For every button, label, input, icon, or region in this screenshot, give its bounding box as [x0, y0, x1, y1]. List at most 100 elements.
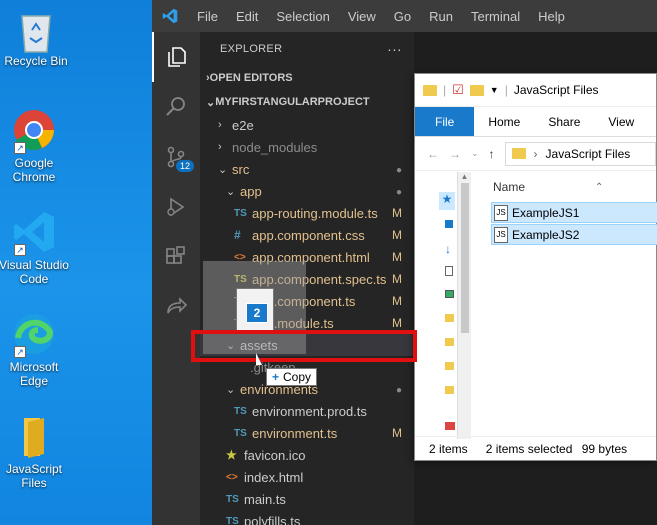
- more-actions-button[interactable]: ···: [387, 41, 402, 57]
- project-section[interactable]: ⌄ MYFIRSTANGULARPROJECT: [200, 90, 414, 114]
- tree-item-src[interactable]: ⌄ src: [200, 158, 414, 180]
- file-row[interactable]: JS ExampleJS1: [491, 202, 657, 223]
- tree-label: index.html: [244, 469, 304, 485]
- tree-item-node-modules[interactable]: › node_modules: [200, 136, 414, 158]
- typescript-file-icon: TS: [234, 427, 247, 439]
- menu-file[interactable]: File: [188, 9, 227, 24]
- tree-item-app-css[interactable]: # app.component.css M: [200, 224, 414, 246]
- properties-icon[interactable]: ☑: [452, 82, 464, 98]
- documents-icon[interactable]: [445, 266, 453, 276]
- files-icon: [168, 47, 186, 67]
- activity-search[interactable]: [152, 82, 200, 132]
- tree-item-env-prod[interactable]: TS environment.prod.ts: [200, 400, 414, 422]
- css-file-icon: #: [234, 228, 241, 242]
- back-arrow-icon[interactable]: ←: [427, 147, 439, 161]
- typescript-file-icon: TS: [226, 493, 239, 505]
- activity-source-control[interactable]: 12: [152, 132, 200, 182]
- activity-bar: 12: [152, 32, 200, 525]
- folder-icon[interactable]: [445, 338, 454, 346]
- edge-icon: ↗: [12, 312, 56, 358]
- activity-run-debug[interactable]: [152, 182, 200, 232]
- activity-remote[interactable]: [152, 282, 200, 332]
- folder-icon: [12, 414, 56, 458]
- menu-run[interactable]: Run: [420, 9, 462, 24]
- activity-explorer[interactable]: [152, 32, 200, 82]
- chevron-down-icon: ⌄: [226, 185, 236, 198]
- desktop-icon-javascript-files[interactable]: JavaScript Files: [0, 414, 70, 490]
- tree-item-main[interactable]: TS main.ts: [200, 488, 414, 510]
- quick-access-dropdown-icon[interactable]: ▼: [490, 85, 499, 95]
- status-selected-text: 2 items selected: [485, 441, 573, 456]
- tree-item-env[interactable]: TS environment.ts M: [200, 422, 414, 444]
- new-folder-icon[interactable]: [469, 84, 484, 96]
- address-bar[interactable]: › JavaScript Files: [504, 141, 656, 166]
- navigation-scrollbar[interactable]: ▲: [457, 172, 471, 439]
- file-name: ExampleJS1: [512, 205, 580, 220]
- open-editors-section[interactable]: › OPEN EDITORS: [200, 66, 414, 90]
- tree-item-polyfills[interactable]: TS polyfills.ts: [200, 510, 414, 525]
- explorer-header: EXPLORER ···: [200, 32, 414, 66]
- menu-go[interactable]: Go: [385, 9, 420, 24]
- column-header-name[interactable]: Name ⌃: [475, 172, 656, 202]
- desktop-icon-recycle-bin[interactable]: Recycle Bin: [0, 6, 72, 68]
- menu-view[interactable]: View: [339, 9, 385, 24]
- tree-item-e2e[interactable]: › e2e: [200, 114, 414, 136]
- quick-access-icon[interactable]: ★: [439, 192, 455, 210]
- activity-extensions[interactable]: [152, 232, 200, 282]
- section-label: MYFIRSTANGULARPROJECT: [215, 96, 370, 108]
- tree-label: e2e: [232, 117, 254, 133]
- tree-item-app-routing[interactable]: TS app-routing.module.ts M: [200, 202, 414, 224]
- scroll-thumb[interactable]: [460, 183, 469, 333]
- tree-label: app.component.css: [252, 227, 365, 243]
- folder-icon[interactable]: [445, 314, 454, 322]
- desktop-icon-vscode[interactable]: ↗ Visual Studio Code: [0, 210, 70, 286]
- pictures-icon[interactable]: [445, 290, 454, 298]
- tab-share[interactable]: Share: [534, 107, 594, 136]
- extensions-icon: [166, 246, 185, 264]
- up-arrow-icon[interactable]: ↑: [489, 147, 495, 161]
- typescript-file-icon: TS: [226, 515, 239, 525]
- menu-help[interactable]: Help: [529, 9, 574, 24]
- address-path: JavaScript Files: [545, 146, 631, 161]
- nav-item-icon[interactable]: [445, 220, 453, 228]
- mouse-pointer-icon: [256, 353, 262, 365]
- tree-item-favicon[interactable]: ★ favicon.ico: [200, 444, 414, 466]
- file-name: ExampleJS2: [512, 227, 580, 242]
- modified-mark: M: [392, 228, 402, 242]
- menu-edit[interactable]: Edit: [227, 9, 267, 24]
- separator: |: [504, 83, 508, 97]
- forward-arrow-icon[interactable]: →: [449, 147, 461, 161]
- recycle-bin-icon: [14, 6, 58, 53]
- column-label: Name: [493, 180, 526, 194]
- folder-icon[interactable]: [445, 386, 454, 394]
- tree-label: environment.ts: [252, 425, 338, 441]
- tree-item-app[interactable]: ⌄ app: [200, 180, 414, 202]
- tab-file[interactable]: File: [415, 107, 475, 136]
- folder-icon[interactable]: [445, 362, 454, 370]
- tab-view[interactable]: View: [594, 107, 648, 136]
- desktop-icon-label: JavaScript Files: [5, 462, 63, 490]
- menu-terminal[interactable]: Terminal: [462, 9, 529, 24]
- file-row[interactable]: JS ExampleJS2: [491, 224, 657, 245]
- downloads-icon[interactable]: ↓: [445, 242, 451, 256]
- tree-item-index[interactable]: <> index.html: [200, 466, 414, 488]
- modified-dot-icon: [396, 382, 402, 396]
- menu-selection[interactable]: Selection: [267, 9, 338, 24]
- shortcut-arrow-icon: ↗: [14, 346, 26, 358]
- chevron-right-icon: ›: [218, 141, 222, 153]
- recent-dropdown-icon[interactable]: ⌄: [471, 148, 479, 159]
- modified-mark: M: [392, 426, 402, 440]
- status-bar: 2 items 2 items selected 99 bytes: [415, 436, 656, 460]
- tab-home[interactable]: Home: [474, 107, 534, 136]
- desktop-icon-chrome[interactable]: ↗ Google Chrome: [0, 108, 70, 184]
- drive-icon[interactable]: [445, 422, 455, 430]
- modified-mark: M: [392, 272, 402, 286]
- scroll-up-icon[interactable]: ▲: [458, 172, 471, 181]
- status-size: 99 bytes: [581, 441, 628, 456]
- plus-icon: +: [272, 370, 280, 384]
- desktop-icon-edge[interactable]: ↗ Microsoft Edge: [0, 312, 70, 388]
- tree-label: polyfills.ts: [244, 513, 301, 525]
- file-explorer-titlebar: | ☑ ▼ | JavaScript Files: [415, 74, 656, 107]
- debug-icon: [167, 197, 185, 217]
- desktop-icon-label: Recycle Bin: [4, 54, 68, 68]
